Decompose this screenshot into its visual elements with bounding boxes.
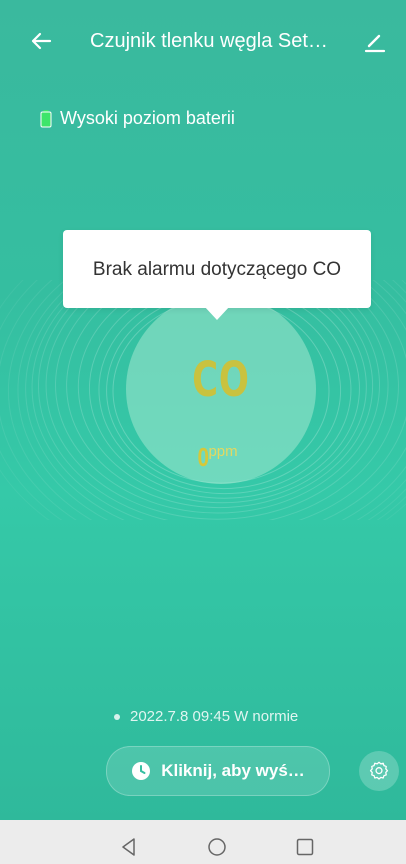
last-update-status: 2022.7.8 09:45 W normie <box>114 708 298 725</box>
battery-full-icon <box>40 109 52 127</box>
settings-button[interactable] <box>359 751 399 791</box>
history-button-label: Kliknij, aby wyś… <box>161 761 305 780</box>
gas-label: CO <box>192 352 250 408</box>
system-recents-button[interactable] <box>294 836 316 858</box>
page-title: Czujnik tlenku węgla Set… <box>90 30 328 52</box>
edit-button[interactable] <box>364 30 386 54</box>
circle-home-icon <box>208 838 226 856</box>
back-button[interactable] <box>28 28 54 54</box>
app-screen: Czujnik tlenku węgla Set… Wysoki poziom … <box>0 0 406 820</box>
ppm-reading: 0 ppm <box>196 442 238 472</box>
tooltip-arrow <box>204 306 230 320</box>
clock-icon <box>132 762 151 780</box>
ppm-unit: ppm <box>208 443 238 460</box>
arrow-left-icon <box>31 32 52 50</box>
triangle-back-icon <box>122 838 135 856</box>
system-back-button[interactable] <box>118 836 140 858</box>
status-state: W normie <box>234 708 299 725</box>
system-home-button[interactable] <box>206 836 228 858</box>
square-recents-icon <box>296 838 314 856</box>
history-button[interactable]: Kliknij, aby wyś… <box>106 746 330 796</box>
battery-label: Wysoki poziom baterii <box>60 108 235 128</box>
status-time: 2022.7.8 09:45 <box>130 708 231 725</box>
system-nav-bar <box>0 820 406 864</box>
battery-status: Wysoki poziom baterii <box>40 108 235 129</box>
tooltip-text: Brak alarmu dotyczącego CO <box>92 259 342 280</box>
status-dot <box>114 713 120 720</box>
pencil-icon <box>364 34 386 53</box>
alarm-tooltip: Brak alarmu dotyczącego CO <box>63 230 371 308</box>
top-bar: Czujnik tlenku węgla Set… <box>0 0 406 84</box>
ppm-value: 0 <box>197 442 210 472</box>
gear-icon <box>369 761 389 780</box>
